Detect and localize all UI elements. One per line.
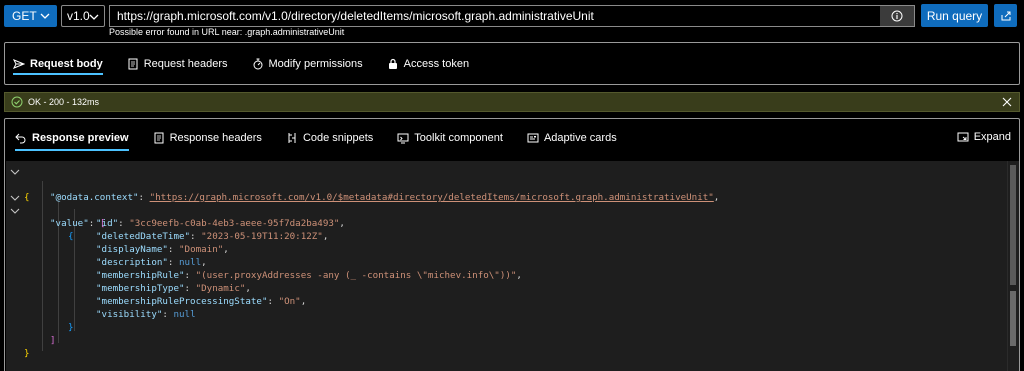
code-line: "membershipRule": "(user.proxyAddresses …: [96, 270, 522, 281]
json-response-editor[interactable]: { "@odata.context": "https://graph.micro…: [6, 161, 1019, 371]
code-line: "id": "3cc9eefb-c0ab-4eb3-aeee-95f7da2ba…: [96, 218, 345, 229]
json-value: "On": [278, 296, 301, 307]
tab-response-preview[interactable]: Response preview: [15, 119, 129, 157]
chevron-down-icon: [89, 14, 99, 20]
success-check-icon: [11, 96, 23, 108]
status-text: OK - 200 - 132ms: [28, 97, 100, 107]
send-icon: [13, 58, 25, 69]
response-tabs: Response preview Response headers Code s…: [5, 119, 1019, 157]
code-line: "deletedDateTime": "2023-05-19T11:20:12Z…: [96, 231, 329, 242]
api-version-dropdown[interactable]: v1.0: [61, 5, 105, 27]
json-key: "membershipRuleProcessingState": [96, 296, 268, 307]
api-version-label: v1.0: [67, 9, 90, 23]
run-query-button[interactable]: Run query: [921, 4, 988, 27]
tab-label: Access token: [403, 57, 470, 70]
chevron-down-icon[interactable]: [10, 206, 20, 216]
code-line: "visibility": null: [96, 309, 196, 320]
code-line: "membershipRuleProcessingState": "On",: [96, 296, 307, 307]
tab-label: Request headers: [143, 57, 228, 70]
code-line: "description": null,: [96, 257, 207, 268]
code-line: "@odata.context": "https://graph.microso…: [50, 192, 720, 203]
request-pane: Request body Request headers Modify perm…: [4, 42, 1020, 85]
tab-label: Modify permissions: [268, 57, 363, 70]
query-bar: GET v1.0 https://graph.microsoft.com/v1.…: [0, 0, 1024, 38]
headers-doc-icon: [128, 58, 138, 69]
code-line: }: [24, 348, 30, 359]
info-icon: [891, 10, 903, 22]
tab-label: Response headers: [169, 132, 262, 144]
http-method-dropdown[interactable]: GET: [4, 5, 57, 27]
json-value: "Dynamic": [195, 283, 246, 294]
code-line: "displayName": "Domain",: [96, 244, 229, 255]
scrollbar-track-marker: [1010, 291, 1016, 346]
url-error-hint: Possible error found in URL near: .graph…: [109, 27, 345, 37]
tab-label: Adaptive cards: [543, 132, 617, 144]
json-value: null: [179, 257, 202, 268]
lock-icon: [388, 58, 397, 69]
code-snippets-icon: [288, 133, 296, 143]
tab-label: Request body: [30, 57, 103, 70]
code-line: "membershipType": "Dynamic",: [96, 283, 251, 294]
json-key: "visibility": [96, 309, 163, 320]
tab-code-snippets[interactable]: Code snippets: [286, 119, 373, 157]
share-button[interactable]: [994, 4, 1017, 27]
share-icon: [1001, 11, 1010, 20]
json-key: "displayName": [96, 244, 168, 255]
json-key: "id": [96, 218, 119, 229]
url-text: https://graph.microsoft.com/v1.0/directo…: [117, 9, 594, 23]
http-method-label: GET: [12, 9, 37, 23]
tab-label: Response preview: [32, 132, 129, 144]
json-value: "2023-05-19T11:20:12Z": [201, 231, 323, 242]
json-value: "3cc9eefb-c0ab-4eb3-aeee-95f7da2ba493": [129, 218, 340, 229]
info-button[interactable]: [880, 6, 914, 26]
undo-arrow-icon: [15, 133, 26, 144]
tab-toolkit-component[interactable]: Toolkit component: [397, 119, 503, 157]
permissions-icon: [253, 58, 263, 69]
code-line: }: [68, 322, 74, 333]
tab-response-headers[interactable]: Response headers: [153, 119, 262, 157]
tab-label: Toolkit component: [414, 132, 503, 144]
tab-request-body[interactable]: Request body: [13, 43, 103, 84]
response-pane: Response preview Response headers Code s…: [4, 118, 1020, 371]
json-value: "(user.proxyAddresses -any (_ -contains …: [195, 270, 517, 281]
chevron-down-icon[interactable]: [10, 193, 20, 203]
tab-access-token[interactable]: Access token: [387, 43, 469, 84]
close-icon[interactable]: [1001, 96, 1013, 108]
url-input[interactable]: https://graph.microsoft.com/v1.0/directo…: [109, 5, 915, 27]
scrollbar-thumb[interactable]: [1010, 165, 1016, 285]
json-key: "description": [96, 257, 168, 268]
adaptive-card-icon: [527, 133, 539, 143]
json-key: "membershipType": [96, 283, 185, 294]
code-line: "value": [: [6, 191, 1006, 229]
chevron-down-icon[interactable]: [10, 167, 20, 177]
toolkit-icon: [397, 133, 409, 144]
tab-modify-permissions[interactable]: Modify permissions: [252, 43, 363, 84]
json-key: "deletedDateTime": [96, 231, 191, 242]
json-value: "Domain": [179, 244, 224, 255]
tab-adaptive-cards[interactable]: Adaptive cards: [527, 119, 617, 157]
editor-scrollbar[interactable]: [1007, 161, 1019, 371]
expand-label: Expand: [973, 131, 1011, 143]
tab-label: Code snippets: [302, 132, 374, 144]
tab-request-headers[interactable]: Request headers: [127, 43, 228, 84]
json-value: null: [173, 309, 196, 320]
code-line: {: [6, 204, 1006, 242]
code-line: ]: [50, 335, 56, 346]
headers-doc-icon: [154, 132, 164, 144]
code-line: {: [6, 165, 1006, 203]
chevron-down-icon: [40, 13, 50, 19]
status-bar: OK - 200 - 132ms: [4, 92, 1020, 112]
expand-button[interactable]: Expand: [957, 131, 1011, 143]
json-key: "membershipRule": [96, 270, 185, 281]
expand-icon: [957, 132, 969, 142]
request-tabs: Request body Request headers Modify perm…: [5, 43, 1019, 84]
